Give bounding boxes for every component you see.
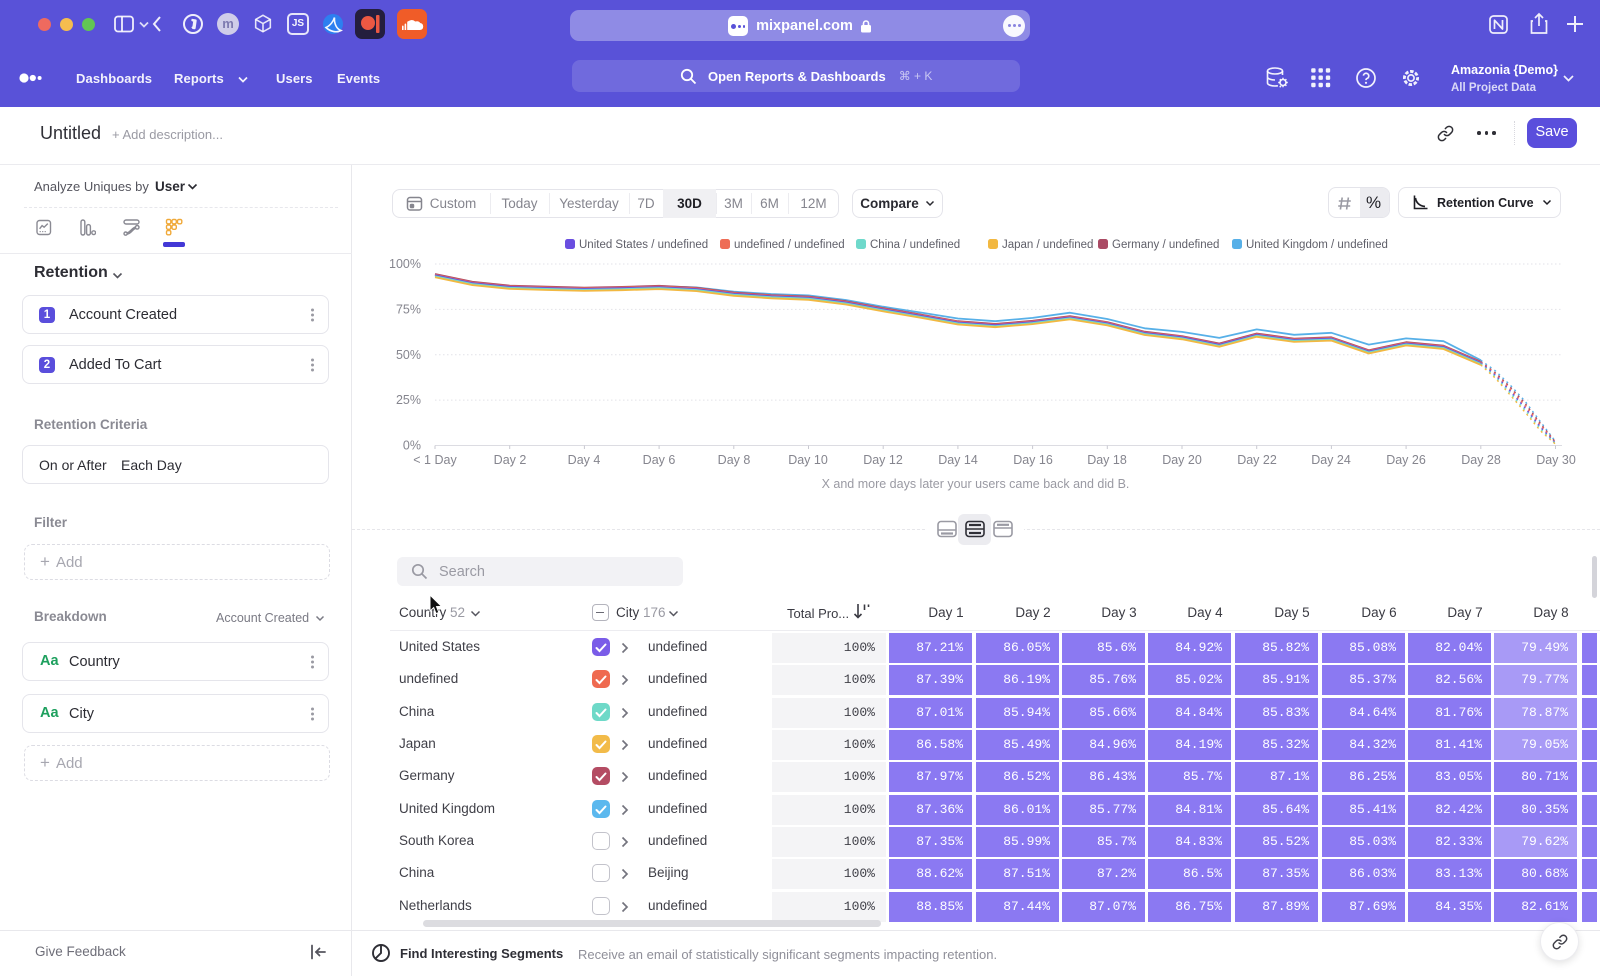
svg-text:100%: 100% <box>389 257 421 271</box>
svg-text:50%: 50% <box>396 348 421 362</box>
svg-text:75%: 75% <box>396 302 421 316</box>
svg-text:25%: 25% <box>396 393 421 407</box>
svg-text:0%: 0% <box>403 439 421 453</box>
